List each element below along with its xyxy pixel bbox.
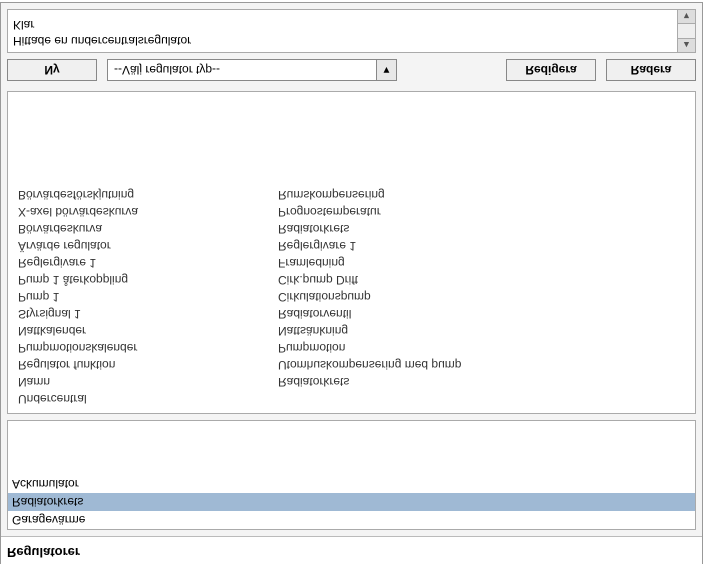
detail-label: Styrsignal 1: [18, 305, 278, 322]
scroll-down-icon[interactable]: ▼: [678, 10, 695, 24]
detail-rows-container: NamnRadiatorkretsRegulator funktionUtomh…: [18, 186, 685, 390]
detail-row: Pump 1Cirkulationspump: [18, 288, 685, 305]
page-title: Regulatorer: [1, 536, 702, 564]
detail-row: Regulator funktionUtomhuskompensering me…: [18, 356, 685, 373]
status-scrollbar[interactable]: ▲ ▼: [678, 9, 696, 53]
detail-label: Nattkalender: [18, 322, 278, 339]
detail-label: Börvärdesförskjutning: [18, 186, 278, 203]
detail-row: BörvärdeskurvaRadiatorkrets: [18, 220, 685, 237]
regulator-list[interactable]: GaragevärmeRadiatorkretsAckumulator: [7, 420, 696, 530]
detail-value: Radiatorventil: [278, 305, 685, 322]
detail-row: PumpmotionskalenderPumpmotion: [18, 339, 685, 356]
detail-row: BörvärdesförskjutningRumskompensering: [18, 186, 685, 203]
detail-value: Prognostemperatur: [278, 203, 685, 220]
detail-label: Pump 1 återkoppling: [18, 271, 278, 288]
detail-value: Pumpmotion: [278, 339, 685, 356]
detail-label: Regulator funktion: [18, 356, 278, 373]
detail-value: Cirk.pump Drift: [278, 271, 685, 288]
detail-row: Ärvärde regulatorReglergivare 1: [18, 237, 685, 254]
detail-label: Ärvärde regulator: [18, 237, 278, 254]
detail-label: Namn: [18, 373, 278, 390]
chevron-down-icon: ▼: [376, 60, 396, 80]
detail-label: X-axel börvärdeskurva: [18, 203, 278, 220]
new-button[interactable]: Ny: [7, 59, 97, 81]
detail-row: Pump 1 återkopplingCirk.pump Drift: [18, 271, 685, 288]
detail-value: Reglergivare 1: [278, 237, 685, 254]
list-item[interactable]: Ackumulator: [8, 475, 695, 493]
regulator-detail: Undercentral NamnRadiatorkretsRegulator …: [7, 91, 696, 414]
detail-value: Radiatorkrets: [278, 373, 685, 390]
detail-label: Börvärdeskurva: [18, 220, 278, 237]
status-line-1: Hittade en undercentralsregulator: [13, 33, 672, 49]
scroll-up-icon[interactable]: ▲: [678, 38, 695, 52]
list-item[interactable]: Garagevärme: [8, 511, 695, 529]
detail-row: Reglergivare 1Framledning: [18, 254, 685, 271]
detail-label: Pumpmotionskalender: [18, 339, 278, 356]
detail-value: Rumskompensering: [278, 186, 685, 203]
detail-value: Utomhuskompensering med pump: [278, 356, 685, 373]
select-value: --Välj regulator typ--: [108, 63, 376, 77]
edit-button[interactable]: Redigera: [506, 59, 596, 81]
detail-label: Reglergivare 1: [18, 254, 278, 271]
detail-row: Styrsignal 1Radiatorventil: [18, 305, 685, 322]
list-item[interactable]: Radiatorkrets: [8, 493, 695, 511]
detail-value: Nattsänkning: [278, 322, 685, 339]
delete-button[interactable]: Radera: [606, 59, 696, 81]
detail-header: Undercentral: [18, 390, 278, 407]
status-text: Hittade en undercentralsregulator Klar: [7, 9, 678, 53]
regulator-type-select[interactable]: --Välj regulator typ-- ▼: [107, 59, 397, 81]
regulator-window: Regulatorer GaragevärmeRadiatorkretsAcku…: [0, 2, 703, 564]
status-area: Hittade en undercentralsregulator Klar ▲…: [7, 9, 696, 53]
detail-value: Cirkulationspump: [278, 288, 685, 305]
detail-label: Pump 1: [18, 288, 278, 305]
detail-row: NattkalenderNattsänkning: [18, 322, 685, 339]
detail-row: X-axel börvärdeskurvaPrognostemperatur: [18, 203, 685, 220]
status-line-2: Klar: [13, 17, 672, 33]
detail-value: Radiatorkrets: [278, 220, 685, 237]
toolbar: Ny --Välj regulator typ-- ▼ Redigera Rad…: [1, 53, 702, 85]
detail-row: NamnRadiatorkrets: [18, 373, 685, 390]
detail-value: Framledning: [278, 254, 685, 271]
